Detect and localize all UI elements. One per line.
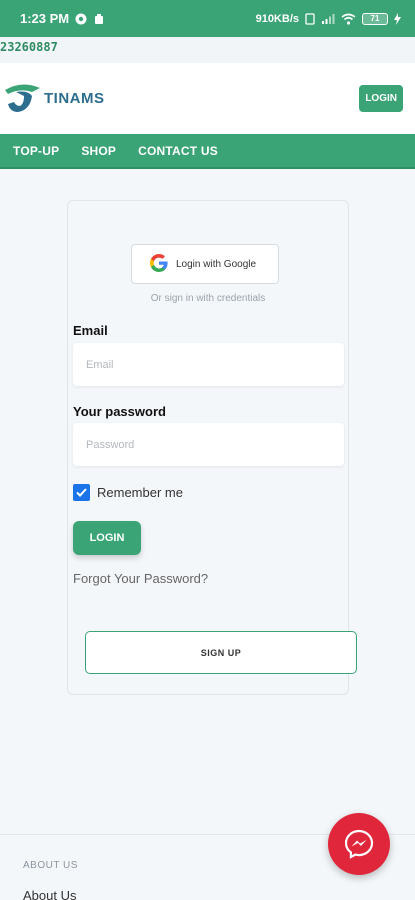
email-label: Email [73,323,108,338]
logo-text: TINAMS [44,90,105,107]
checkmark-icon [76,488,87,497]
status-time: 1:23 PM [20,11,70,26]
battery-icon: 71 [362,12,388,25]
google-login-label: Login with Google [176,258,257,270]
header-login-button[interactable]: LOGIN [359,85,403,112]
login-button[interactable]: LOGIN [73,521,141,555]
logo-mark-icon [2,76,42,121]
signup-button[interactable]: SIGN UP [85,631,357,674]
status-left: 1:23 PM [20,11,105,26]
network-speed: 910KB/s [255,12,299,25]
nav-item-top-up[interactable]: TOP-UP [13,144,59,158]
remember-checkbox[interactable] [73,484,90,501]
messenger-chat-button[interactable] [328,813,390,875]
remember-label: Remember me [97,485,183,500]
login-card: Login with Google Or sign in with creden… [67,200,357,695]
nav-item-contact-us[interactable]: CONTACT US [138,144,218,158]
status-right: 910KB/s 71 [255,12,401,25]
signal-icon [321,13,335,24]
remember-me: Remember me [73,484,183,501]
nav-item-shop[interactable]: SHOP [81,144,116,158]
forgot-password-link[interactable]: Forgot Your Password? [73,571,208,586]
email-field[interactable] [73,343,344,386]
app-notification-icon [93,13,105,25]
footer-heading: ABOUT US [23,860,78,871]
status-bar: 1:23 PM 910KB/s 71 [0,0,415,37]
password-label: Your password [73,404,166,419]
charging-icon [394,12,401,25]
logo[interactable]: TINAMS [2,76,105,121]
password-field[interactable] [73,423,344,466]
header: TINAMS LOGIN [0,63,415,134]
messenger-icon [344,829,374,859]
footer-link-about-us[interactable]: About Us [23,888,76,900]
or-divider-text: Or sign in with credentials [150,293,266,304]
google-login-button[interactable]: Login with Google [131,244,279,284]
ticker-text: 23260887 [0,37,415,63]
chrome-icon [75,13,87,25]
main-nav: TOP-UP SHOP CONTACT US [0,134,415,169]
sim-icon [305,12,315,25]
wifi-icon [341,13,356,25]
google-icon [150,253,168,275]
